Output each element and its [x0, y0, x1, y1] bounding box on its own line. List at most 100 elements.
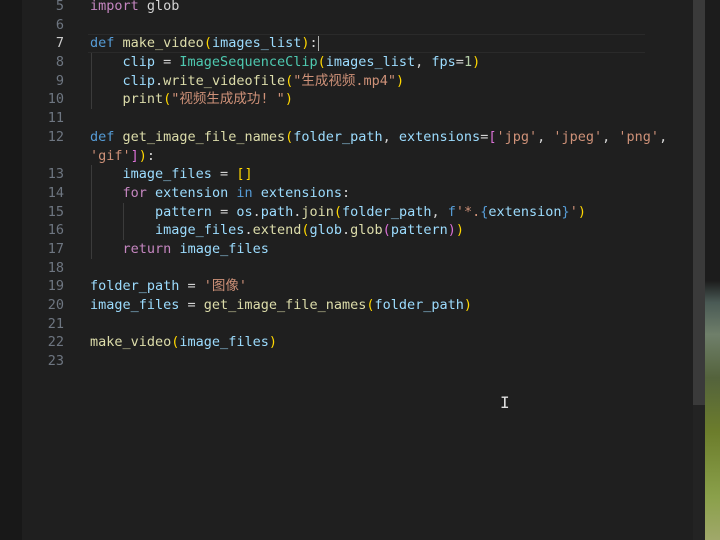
- code-token: return: [122, 240, 172, 257]
- line-number: 15: [47, 203, 64, 220]
- i-beam-cursor-icon: I: [500, 393, 510, 412]
- code-token: get_image_file_names: [203, 297, 367, 313]
- indent-guide: [91, 53, 92, 110]
- code-token: .: [342, 222, 351, 239]
- code-line[interactable]: 18: [0, 259, 693, 278]
- line-number: 9: [55, 72, 64, 89]
- code-token: (: [366, 297, 375, 313]
- line-number: 21: [47, 315, 64, 332]
- line-number: 8: [55, 54, 64, 71]
- code-line[interactable]: 'gif']):: [0, 147, 693, 166]
- code-text: folder_path = '图像': [90, 277, 247, 296]
- code-token: =: [179, 297, 204, 313]
- vertical-scrollbar[interactable]: [693, 0, 705, 540]
- code-line[interactable]: 10 print("视频生成成功! "): [0, 90, 693, 109]
- code-text: print("视频生成成功! "): [90, 90, 293, 109]
- code-line[interactable]: 13 image_files = []: [0, 165, 693, 184]
- line-number: 20: [47, 297, 64, 313]
- code-line[interactable]: 14 for extension in extensions:: [0, 184, 693, 203]
- code-line[interactable]: 21: [0, 315, 693, 334]
- code-token: image_files: [90, 297, 180, 313]
- code-token: 'jpeg': [553, 128, 603, 145]
- text-caret: [317, 35, 320, 51]
- code-lines[interactable]: 5 import glob 6 7 def make_video(images_list…: [0, 0, 693, 371]
- code-line[interactable]: 22 make_video(image_files): [0, 333, 693, 352]
- code-token: get_image_file_names: [122, 128, 286, 145]
- code-line[interactable]: 6: [0, 16, 693, 35]
- line-number: 16: [47, 222, 64, 239]
- code-token: make_video: [122, 35, 204, 52]
- scrollbar-thumb[interactable]: [693, 0, 705, 405]
- code-token: def: [90, 35, 115, 52]
- line-number: 10: [47, 91, 64, 108]
- code-token: ): [472, 54, 481, 71]
- code-text: import glob: [90, 0, 179, 16]
- code-token: extensions: [260, 184, 343, 201]
- code-token: 'jpg': [496, 128, 538, 145]
- code-line[interactable]: 11: [0, 109, 693, 128]
- code-line[interactable]: 5 import glob: [0, 0, 693, 16]
- code-token: ): [455, 222, 464, 239]
- line-number: 18: [47, 259, 64, 276]
- line-number: 6: [55, 16, 64, 33]
- code-token: ,: [431, 203, 448, 220]
- code-line[interactable]: 15 pattern = os.path.join(folder_path, f…: [0, 203, 693, 222]
- code-editor[interactable]: 5 import glob 6 7 def make_video(images_list…: [0, 0, 693, 540]
- code-token: ): [463, 297, 473, 313]
- code-token: image_files: [122, 166, 212, 183]
- code-token: ,: [382, 128, 399, 145]
- code-text: image_files.extend(glob.glob(pattern)): [90, 221, 464, 240]
- code-line[interactable]: 8 clip = ImageSequenceClip(images_list, …: [0, 53, 693, 72]
- code-token: []: [236, 166, 253, 183]
- code-token: ]: [130, 147, 139, 164]
- code-line[interactable]: 16 image_files.extend(glob.glob(pattern)…: [0, 221, 693, 240]
- code-line[interactable]: 17 return image_files: [0, 240, 693, 259]
- code-line[interactable]: 20 image_files = get_image_file_names(fol…: [0, 296, 693, 315]
- code-token: extension: [488, 203, 562, 220]
- code-token: 'gif': [90, 147, 131, 164]
- code-line[interactable]: 12 def get_image_file_names(folder_path, …: [0, 128, 693, 147]
- code-line[interactable]: 19 folder_path = '图像': [0, 277, 693, 296]
- line-number: 11: [47, 110, 64, 127]
- code-text: make_video(image_files): [90, 333, 277, 352]
- line-number: 23: [47, 353, 64, 370]
- code-token: (: [301, 222, 310, 239]
- code-token: glob: [350, 222, 383, 239]
- code-token: :: [342, 184, 351, 201]
- code-token: 1: [463, 54, 473, 71]
- line-number: 7: [55, 35, 64, 52]
- code-token: ): [268, 334, 277, 351]
- code-token: =: [211, 203, 237, 220]
- code-token: pattern: [155, 203, 212, 220]
- line-number: 12: [47, 128, 64, 145]
- code-token: ,: [659, 128, 668, 145]
- code-text: 'gif']):: [90, 147, 155, 166]
- code-token: clip: [122, 72, 156, 89]
- code-token: in: [236, 184, 253, 201]
- code-token: ): [284, 91, 293, 108]
- line-number: 22: [47, 334, 64, 351]
- code-line[interactable]: 9 clip.write_videofile("生成视频.mp4"): [0, 72, 693, 91]
- code-token: extension: [155, 184, 229, 201]
- code-token: "视频生成成功! ": [171, 91, 285, 108]
- code-text: image_files = get_image_file_names(folde…: [90, 296, 472, 315]
- line-number: 13: [47, 166, 64, 183]
- code-token: folder_path: [293, 128, 383, 145]
- code-token: pattern: [390, 222, 448, 239]
- line-number: 14: [47, 184, 64, 201]
- code-text: for extension in extensions:: [90, 184, 351, 203]
- code-text: clip.write_videofile("生成视频.mp4"): [90, 72, 405, 91]
- code-token: '*.: [455, 203, 481, 220]
- code-token: for: [122, 184, 147, 201]
- code-token: ,: [415, 54, 432, 71]
- code-token: (: [285, 72, 294, 89]
- code-line[interactable]: 23: [0, 352, 693, 371]
- code-token: (: [285, 128, 294, 145]
- indent-guide: [91, 165, 92, 259]
- code-line[interactable]: 7 def make_video(images_list):: [0, 34, 693, 54]
- code-token: image_files: [179, 240, 269, 257]
